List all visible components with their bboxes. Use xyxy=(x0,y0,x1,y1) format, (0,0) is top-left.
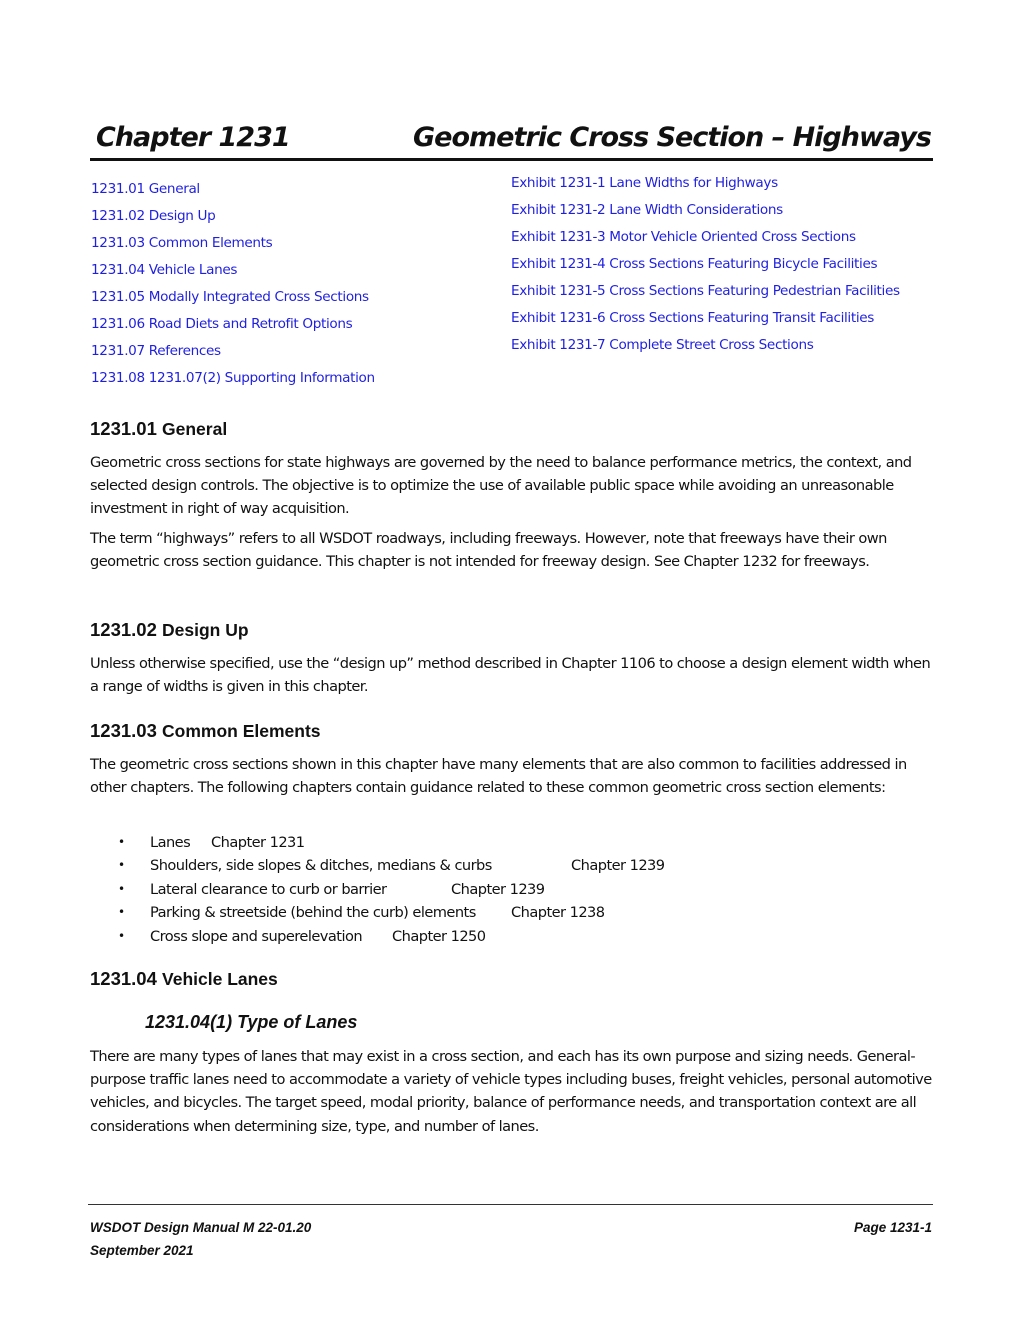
chapter-title: Geometric Cross Section – Highways xyxy=(413,122,932,153)
section-heading-design-up: 1231.02 Design Up xyxy=(90,619,249,641)
section-name: Design Up xyxy=(162,620,249,640)
bullet-icon: • xyxy=(118,858,125,873)
section-heading-vehicle-lanes: 1231.04 Vehicle Lanes xyxy=(90,968,278,990)
section-heading-common-elements: 1231.03 Common Elements xyxy=(90,720,321,742)
section-name: Vehicle Lanes xyxy=(162,969,278,989)
footer-manual: WSDOT Design Manual M 22-01.20 xyxy=(90,1220,312,1235)
chapter-number: Chapter 1231 xyxy=(96,122,291,153)
toc-exhibits: Exhibit 1231-1 Lane Widths for Highways … xyxy=(511,174,900,363)
footer-divider xyxy=(88,1204,933,1205)
section-number: 1231.02 xyxy=(90,619,157,640)
common-elements-paragraph: The geometric cross sections shown in th… xyxy=(90,756,907,797)
list-item-text: Shoulders, side slopes & ditches, median… xyxy=(150,857,492,875)
toc-link-road-diets[interactable]: 1231.06 Road Diets and Retrofit Options xyxy=(91,315,375,342)
subsection-heading-type-of-lanes: 1231.04(1) Type of Lanes xyxy=(145,1012,358,1032)
list-item-chapter: Chapter 1250 xyxy=(392,927,486,945)
toc-link-references[interactable]: 1231.07 References xyxy=(91,342,375,369)
exhibit-link-1[interactable]: Exhibit 1231-1 Lane Widths for Highways xyxy=(511,174,900,201)
toc-link-supporting-information[interactable]: 1231.08 1231.07(2) Supporting Informatio… xyxy=(91,369,375,396)
exhibit-link-3[interactable]: Exhibit 1231-3 Motor Vehicle Oriented Cr… xyxy=(511,228,900,255)
list-item-chapter: Chapter 1239 xyxy=(451,880,545,898)
section-heading-general: 1231.01 General xyxy=(90,418,227,440)
list-item-chapter: Chapter 1231 xyxy=(211,834,305,851)
document-page: Chapter 1231 Geometric Cross Section – H… xyxy=(0,0,1020,1320)
toc-sections: 1231.01 General 1231.02 Design Up 1231.0… xyxy=(91,180,375,396)
bullet-icon: • xyxy=(118,835,125,849)
vehicle-lanes-paragraph: There are many types of lanes that may e… xyxy=(90,1048,932,1135)
list-item-text: Lanes xyxy=(150,834,191,851)
section-number: 1231.04 xyxy=(90,968,157,989)
bullet-icon: • xyxy=(118,905,125,920)
toc-link-vehicle-lanes[interactable]: 1231.04 Vehicle Lanes xyxy=(91,261,375,288)
section-number: 1231.01 xyxy=(90,418,157,439)
bullet-icon: • xyxy=(118,881,125,896)
design-up-paragraph: Unless otherwise specified, use the “des… xyxy=(90,655,931,696)
section-name: Common Elements xyxy=(162,721,321,741)
bullet-icon: • xyxy=(118,928,125,943)
exhibit-link-6[interactable]: Exhibit 1231-6 Cross Sections Featuring … xyxy=(511,309,900,336)
footer-date: September 2021 xyxy=(90,1243,194,1258)
general-paragraph-2: The term “highways” refers to all WSDOT … xyxy=(90,530,887,571)
toc-link-common-elements[interactable]: 1231.03 Common Elements xyxy=(91,234,375,261)
exhibit-link-5[interactable]: Exhibit 1231-5 Cross Sections Featuring … xyxy=(511,282,900,309)
section-name: General xyxy=(162,419,228,439)
exhibit-link-2[interactable]: Exhibit 1231-2 Lane Width Considerations xyxy=(511,201,900,228)
chapter-title-bar: Chapter 1231 Geometric Cross Section – H… xyxy=(90,120,933,161)
list-item-text: Lateral clearance to curb or barrier xyxy=(150,880,387,898)
section-number: 1231.03 xyxy=(90,720,157,741)
toc-link-design-up[interactable]: 1231.02 Design Up xyxy=(91,207,375,234)
footer-page-number: Page 1231-1 xyxy=(853,1220,932,1235)
toc-link-modally-integrated[interactable]: 1231.05 Modally Integrated Cross Section… xyxy=(91,288,375,315)
list-item-text: Cross slope and superelevation xyxy=(150,927,363,945)
list-item-chapter: Chapter 1239 xyxy=(571,857,665,875)
list-item-text: Parking & streetside (behind the curb) e… xyxy=(150,904,476,922)
general-paragraph-1: Geometric cross sections for state highw… xyxy=(90,454,912,518)
toc-link-general[interactable]: 1231.01 General xyxy=(91,180,375,207)
list-item-chapter: Chapter 1238 xyxy=(511,904,605,922)
exhibit-link-4[interactable]: Exhibit 1231-4 Cross Sections Featuring … xyxy=(511,255,900,282)
exhibit-link-7[interactable]: Exhibit 1231-7 Complete Street Cross Sec… xyxy=(511,336,900,363)
